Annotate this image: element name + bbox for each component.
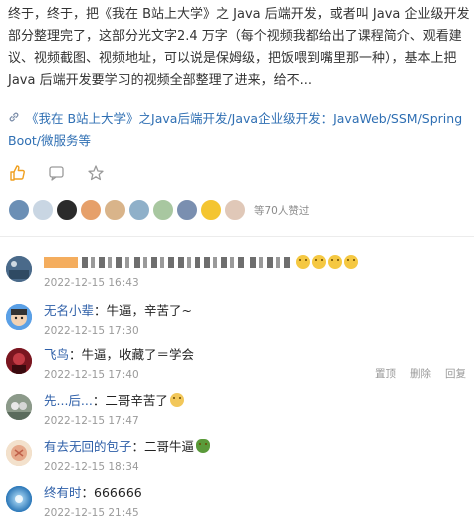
post-link[interactable]: 《我在 B站上大学》之Java后端开发/Java企业级开发：JavaWeb/SS… (8, 108, 470, 152)
avatar[interactable] (6, 486, 32, 512)
liked-by-row: 等70人赞过 (8, 197, 309, 223)
liker-avatar[interactable] (56, 199, 78, 221)
divider (0, 236, 474, 237)
comment-time: 2022-12-15 16:43 (44, 277, 139, 289)
liker-avatar[interactable] (104, 199, 126, 221)
liker-avatar[interactable] (224, 199, 246, 221)
like-button[interactable] (8, 163, 28, 183)
comment-text: 终有时：666666 (44, 485, 142, 500)
liker-avatar[interactable] (152, 199, 174, 221)
liker-avatar[interactable] (80, 199, 102, 221)
turtle-emoji-icon (196, 439, 211, 453)
commenter-name[interactable]: 终有时 (44, 485, 82, 500)
comment-text (44, 254, 466, 272)
grin-emoji-icon (343, 255, 358, 269)
star-icon (88, 165, 104, 181)
avatar[interactable] (6, 440, 32, 466)
comment-time: 2022-12-15 21:45 (44, 507, 139, 519)
comment-time: 2022-12-15 17:30 (44, 325, 139, 337)
like-count[interactable]: 等70人赞过 (254, 203, 309, 218)
delete-comment-button[interactable]: 删除 (410, 368, 431, 380)
post-content: 终于，终于，把《我在 B站上大学》之 Java 后端开发，或者叫 Java 企业… (8, 4, 470, 92)
commenter-name[interactable]: 先...后... (44, 393, 93, 408)
comment-text: 无名小辈：牛逼，辛苦了~ (44, 303, 192, 318)
post-paragraph: 终于，终于，把《我在 B站上大学》之 Java 后端开发，或者叫 Java 企业… (8, 7, 470, 88)
liker-avatar[interactable] (200, 199, 222, 221)
post-link-text[interactable]: 《我在 B站上大学》之Java后端开发/Java企业级开发：JavaWeb/SS… (8, 111, 462, 148)
grin-emoji-icon (311, 255, 326, 269)
obscured-name (44, 257, 78, 268)
grin-emoji-icon (327, 255, 342, 269)
comment-time: 2022-12-15 18:34 (44, 461, 139, 473)
comment-text: 飞鸟：牛逼，收藏了＝学会 (44, 347, 195, 362)
avatar[interactable] (6, 304, 32, 330)
avatar[interactable] (6, 348, 32, 374)
reply-comment-button[interactable]: 回复 (445, 368, 466, 380)
pin-comment-button[interactable]: 置顶 (375, 368, 396, 380)
post-actions (8, 162, 125, 184)
comment-button[interactable] (47, 163, 67, 183)
commenter-name[interactable]: 飞鸟 (44, 347, 69, 362)
liker-avatar[interactable] (32, 199, 54, 221)
comment-text: 有去无回的包子：二哥牛逼 (44, 438, 466, 456)
link-icon (8, 108, 22, 130)
commenter-name[interactable]: 有去无回的包子 (44, 439, 132, 454)
thumbs-up-icon (10, 165, 25, 181)
sweat-emoji-icon (169, 393, 184, 407)
comment-text: 先...后...：二哥辛苦了 (44, 392, 466, 410)
grin-emoji-icon (295, 255, 310, 269)
comment-actions: 置顶 删除 回复 (361, 366, 466, 381)
commenter-name[interactable]: 无名小辈 (44, 303, 94, 318)
liker-avatar[interactable] (8, 199, 30, 221)
comment-time: 2022-12-15 17:47 (44, 415, 139, 427)
liker-avatar[interactable] (128, 199, 150, 221)
liker-avatar[interactable] (176, 199, 198, 221)
avatar[interactable] (6, 256, 32, 282)
favorite-button[interactable] (86, 163, 106, 183)
comment-bubble-icon (49, 166, 64, 181)
avatar[interactable] (6, 394, 32, 420)
